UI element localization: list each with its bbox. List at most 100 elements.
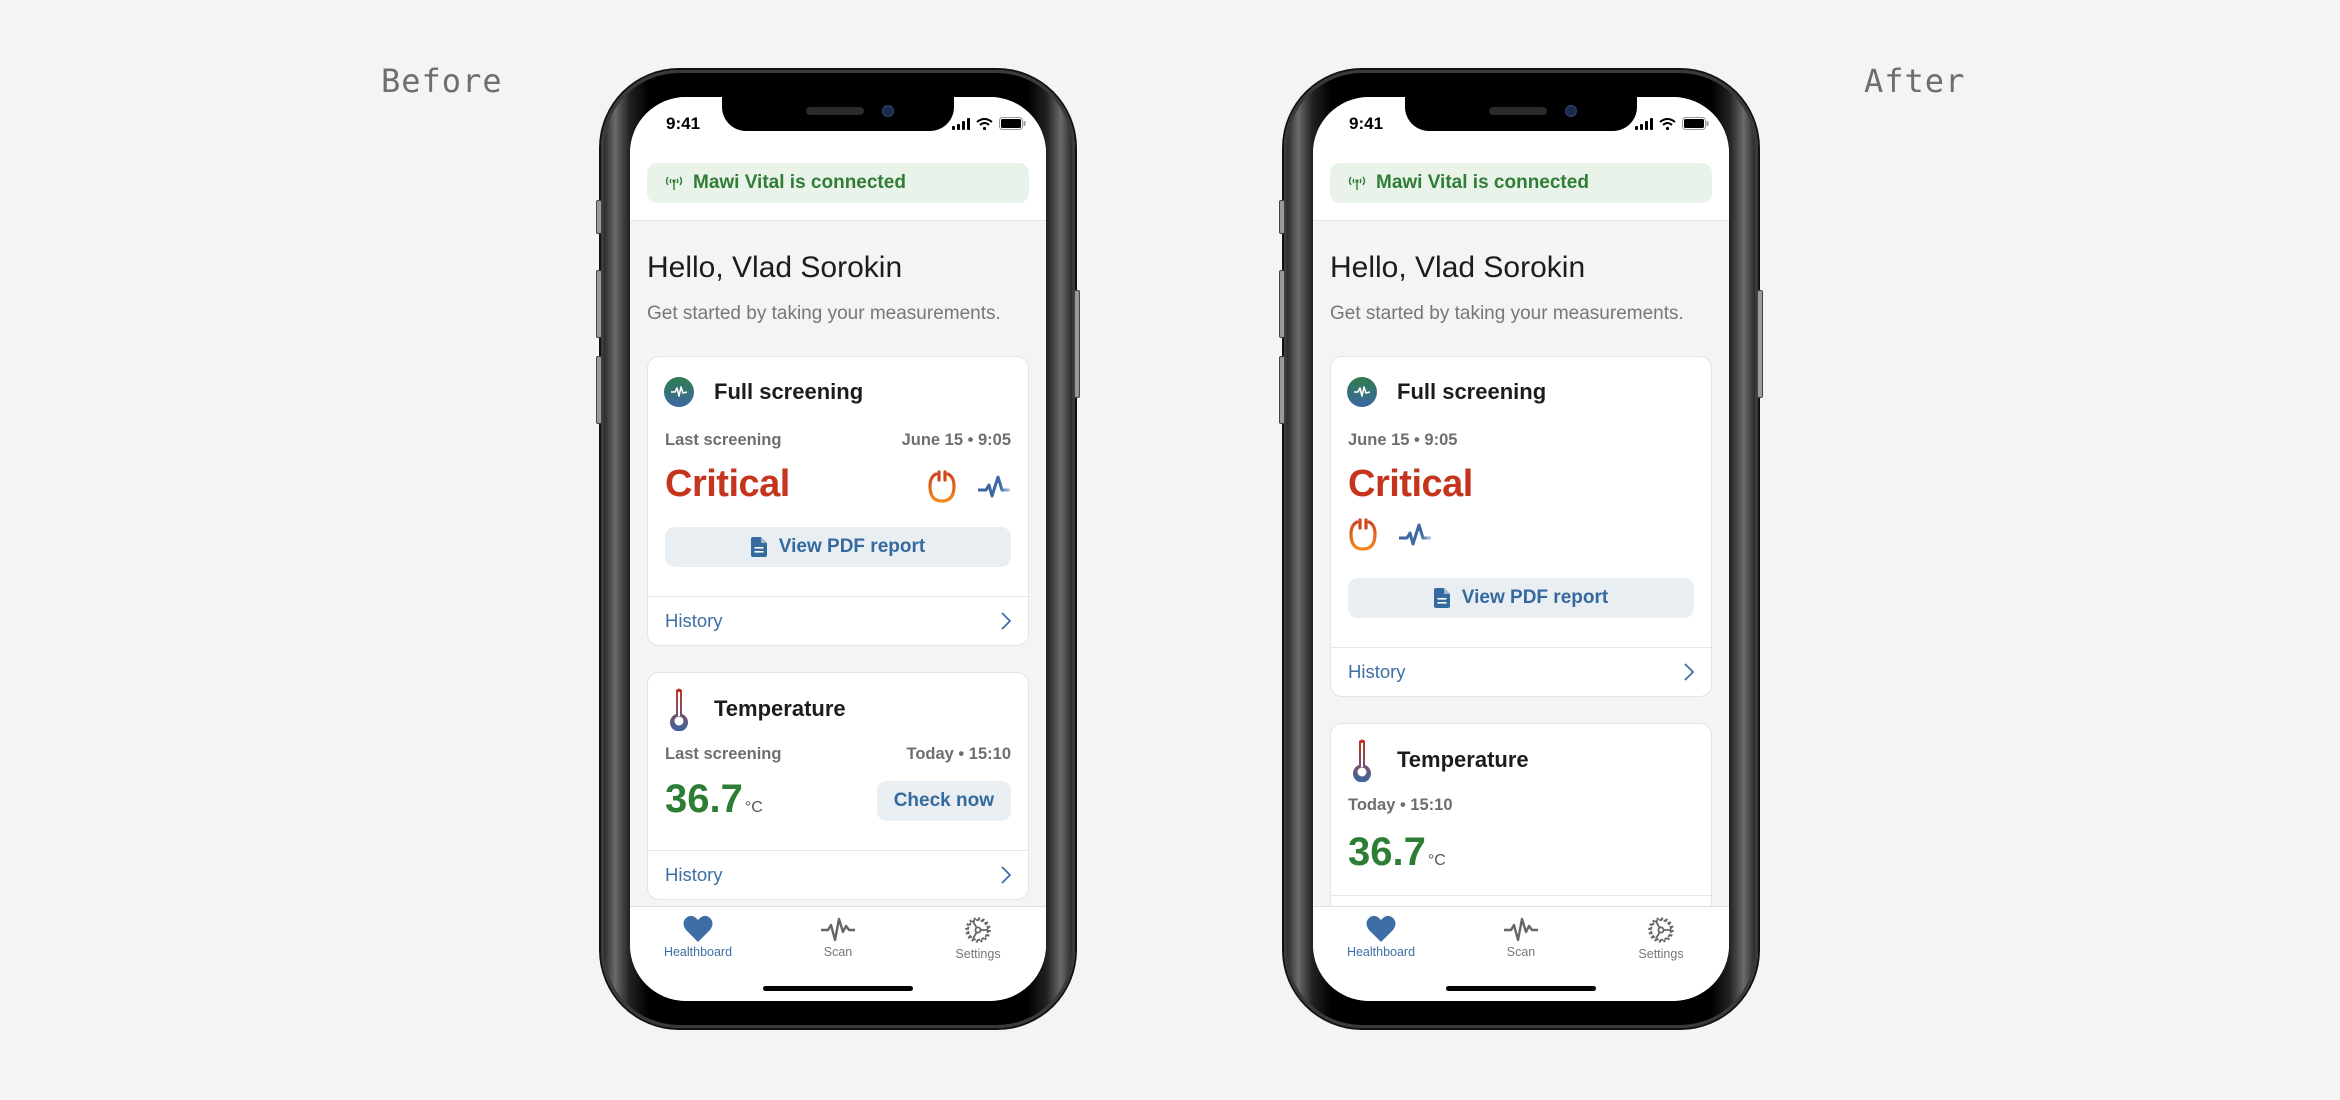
view-pdf-report-button[interactable]: View PDF report — [1348, 578, 1694, 618]
pulse-icon — [821, 917, 855, 942]
document-icon — [750, 537, 767, 557]
stethoscope-icon — [928, 470, 956, 503]
view-pdf-report-label: View PDF report — [1461, 587, 1609, 608]
tab-healthboard-label: Healthboard — [663, 945, 733, 959]
tab-scan[interactable]: Scan — [778, 915, 898, 959]
wifi-icon — [976, 117, 993, 130]
ecg-icon — [1399, 523, 1431, 546]
temperature-value: 36.7 °C — [1348, 830, 1446, 875]
chevron-right-icon — [1001, 612, 1011, 630]
full-screening-card[interactable]: Full screening June 15 • 9:05 Critical V… — [1330, 356, 1712, 697]
thermometer-icon — [670, 688, 688, 731]
power-button — [1074, 290, 1080, 398]
notch — [1405, 97, 1637, 131]
tab-bar: Healthboard Scan Settings — [1313, 906, 1729, 1001]
tab-healthboard[interactable]: Healthboard — [1321, 915, 1441, 959]
signal-icon — [952, 117, 970, 130]
connection-text: Mawi Vital is connected — [1376, 172, 1589, 193]
wifi-icon — [1659, 117, 1676, 130]
last-screening-label: Last screening — [665, 431, 782, 449]
tab-settings-label: Settings — [1638, 947, 1684, 961]
notch — [722, 97, 954, 131]
temperature-title: Temperature — [1397, 747, 1529, 772]
camera-icon — [1565, 105, 1577, 117]
gear-icon — [1648, 917, 1674, 943]
stethoscope-icon — [1349, 518, 1377, 551]
temperature-value: 36.7 °C — [665, 777, 763, 822]
full-screening-history-link[interactable]: History — [648, 596, 1028, 645]
chevron-right-icon — [1001, 866, 1011, 884]
tab-bar: Healthboard Scan Settings — [630, 906, 1046, 1001]
gear-icon — [965, 917, 991, 943]
tab-scan[interactable]: Scan — [1461, 915, 1581, 959]
pulse-circle-icon — [664, 377, 694, 407]
before-label: Before — [381, 62, 503, 100]
volume-up-button — [1279, 270, 1285, 338]
history-label: History — [665, 864, 723, 885]
mute-switch — [596, 200, 602, 234]
tab-healthboard-label: Healthboard — [1346, 945, 1416, 959]
signal-icon — [1635, 117, 1653, 130]
last-screening-date: June 15 • 9:05 — [1348, 431, 1458, 449]
phone-before: 9:41 Mawi Vital is connected Hello, Vlad… — [596, 70, 1080, 1028]
battery-icon — [999, 117, 1026, 130]
ecg-icon — [978, 475, 1010, 498]
full-screening-title: Full screening — [714, 379, 864, 404]
screen: 9:41 Mawi Vital is connected Hello, Vlad… — [1313, 97, 1729, 1001]
home-indicator[interactable] — [763, 986, 913, 991]
full-screening-title: Full screening — [1397, 379, 1547, 404]
tab-healthboard[interactable]: Healthboard — [638, 915, 758, 959]
chevron-right-icon — [1684, 663, 1694, 681]
home-indicator[interactable] — [1446, 986, 1596, 991]
camera-icon — [882, 105, 894, 117]
volume-down-button — [1279, 356, 1285, 424]
pulse-circle-icon — [1347, 377, 1377, 407]
antenna-icon — [665, 176, 683, 190]
view-pdf-report-button[interactable]: View PDF report — [665, 527, 1011, 567]
status-time: 9:41 — [666, 114, 701, 133]
status-time: 9:41 — [1349, 114, 1384, 133]
volume-down-button — [596, 356, 602, 424]
temperature-card[interactable]: Temperature Today • 15:10 36.7 °C — [1330, 723, 1712, 906]
heart-icon — [1366, 915, 1396, 942]
temperature-history-link[interactable]: History — [648, 850, 1028, 899]
history-label: History — [1348, 661, 1406, 682]
tab-scan-label: Scan — [1506, 945, 1536, 959]
screen: 9:41 Mawi Vital is connected Hello, Vlad… — [630, 97, 1046, 1001]
thermometer-icon — [1353, 739, 1371, 782]
connection-banner: Mawi Vital is connected — [647, 163, 1029, 203]
full-screening-card[interactable]: Full screening Last screening June 15 • … — [647, 356, 1029, 646]
view-pdf-report-label: View PDF report — [778, 536, 926, 557]
temperature-card[interactable]: Temperature Last screening Today • 15:10… — [647, 672, 1029, 900]
greeting: Hello, Vlad Sorokin — [1330, 251, 1586, 284]
tab-scan-label: Scan — [823, 945, 853, 959]
tab-settings[interactable]: Settings — [1601, 915, 1721, 961]
power-button — [1757, 290, 1763, 398]
antenna-icon — [1348, 176, 1366, 190]
mute-switch — [1279, 200, 1285, 234]
after-label: After — [1864, 62, 1966, 100]
status-critical: Critical — [1348, 463, 1473, 505]
greeting: Hello, Vlad Sorokin — [647, 251, 903, 284]
battery-icon — [1682, 117, 1709, 130]
last-screening-date: Today • 15:10 — [1348, 796, 1453, 814]
volume-up-button — [596, 270, 602, 338]
temperature-unit: °C — [744, 799, 763, 816]
history-label: History — [665, 610, 723, 631]
tab-settings-label: Settings — [955, 947, 1001, 961]
card-divider — [1331, 895, 1711, 896]
tab-settings[interactable]: Settings — [918, 915, 1038, 961]
temperature-number: 36.7 — [1348, 830, 1426, 874]
document-icon — [1433, 588, 1450, 608]
temperature-unit: °C — [1427, 852, 1446, 869]
full-screening-history-link[interactable]: History — [1331, 647, 1711, 696]
check-now-button[interactable]: Check now — [876, 781, 1011, 821]
subtitle: Get started by taking your measurements. — [647, 303, 1001, 324]
phone-after: 9:41 Mawi Vital is connected Hello, Vlad… — [1279, 70, 1763, 1028]
connection-text: Mawi Vital is connected — [693, 172, 906, 193]
temperature-number: 36.7 — [665, 777, 743, 821]
last-screening-date: June 15 • 9:05 — [901, 431, 1011, 449]
last-screening-date: Today • 15:10 — [906, 745, 1011, 763]
status-critical: Critical — [665, 463, 790, 505]
last-screening-label: Last screening — [665, 745, 782, 763]
